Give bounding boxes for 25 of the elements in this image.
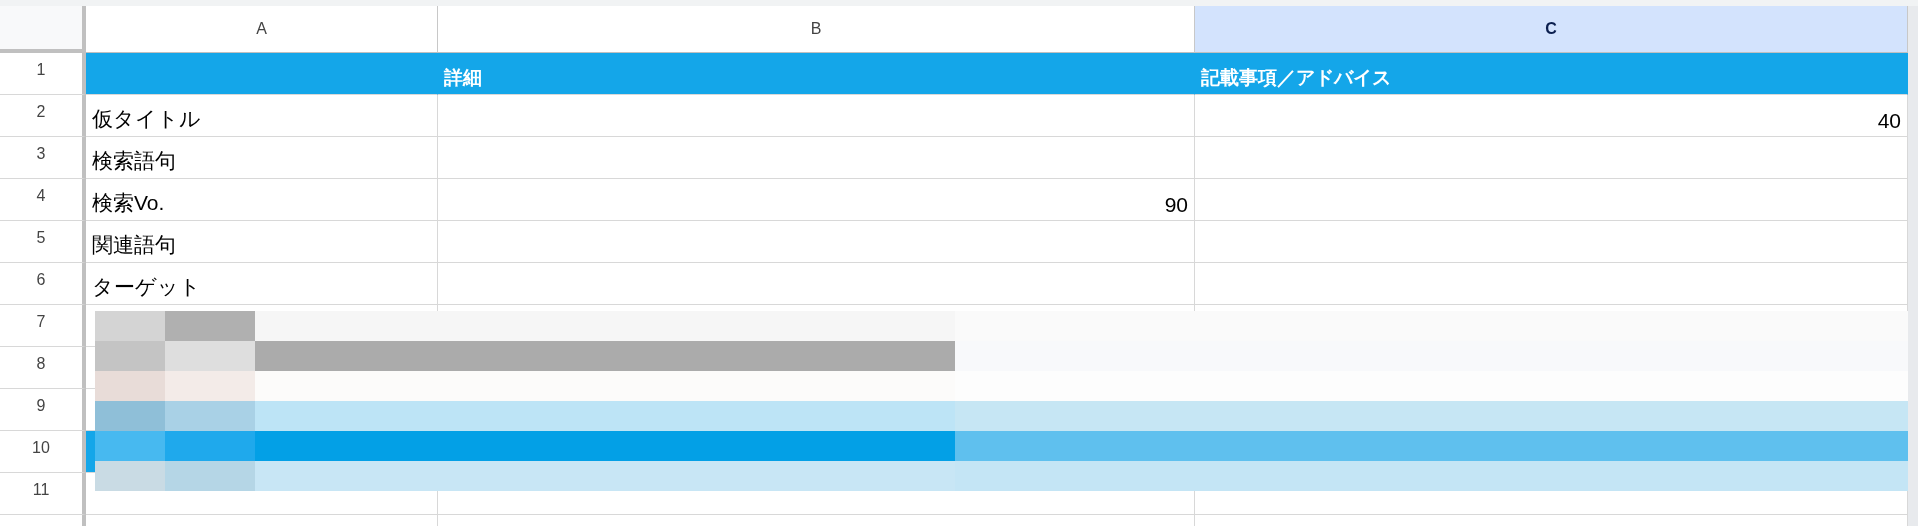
select-all-corner[interactable] (0, 6, 86, 53)
table-cell: 90 (438, 179, 1195, 221)
row-header[interactable]: 2 (0, 95, 86, 137)
row-header[interactable]: 9 (0, 389, 86, 431)
column-header[interactable]: C (1195, 6, 1908, 53)
row-header[interactable]: 11 (0, 473, 86, 515)
table-cell: 検索Vo. (86, 179, 438, 221)
row-header[interactable]: 10 (0, 431, 86, 473)
header-cell: 詳細 (438, 53, 1195, 95)
table-cell: 関連語句 (86, 221, 438, 263)
row-header[interactable]: 7 (0, 305, 86, 347)
table-cell: ターゲット (86, 263, 438, 305)
header-cell: 記載事項／アドバイス (1195, 53, 1908, 95)
row-header[interactable]: 1 (0, 53, 86, 95)
table-cell: 仮タイトル (86, 95, 438, 137)
row-header[interactable]: 6 (0, 263, 86, 305)
column-header[interactable]: B (438, 6, 1195, 53)
row-header[interactable]: 8 (0, 347, 86, 389)
row-header[interactable]: 3 (0, 137, 86, 179)
table-cell: 検索語句 (86, 137, 438, 179)
row-header[interactable]: 5 (0, 221, 86, 263)
vertical-scrollbar[interactable] (1908, 6, 1918, 526)
row-header[interactable]: 4 (0, 179, 86, 221)
table-cell: 40 (1195, 95, 1908, 137)
column-header[interactable]: A (86, 6, 438, 53)
